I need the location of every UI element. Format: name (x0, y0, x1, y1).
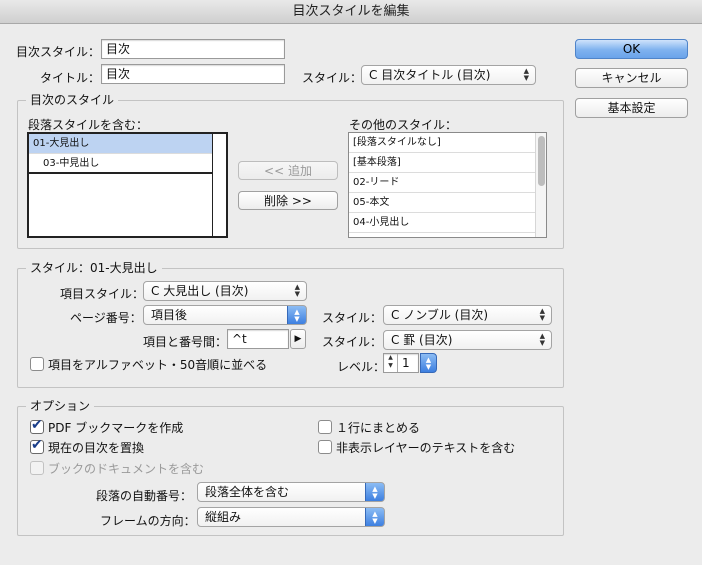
hidden-layers-checkbox[interactable] (318, 440, 332, 454)
page-style-label: スタイル： (322, 311, 383, 325)
replace-existing-checkbox[interactable]: ✔ (30, 437, 44, 454)
page-style-popup[interactable]: C ノンブル (目次) ▲ ▼ (383, 305, 552, 325)
numbered-popup[interactable]: 段落全体を含む ▲ ▼ (197, 482, 385, 502)
sort-alphabetical-label: 項目をアルファベット・50音順に並べる (48, 358, 268, 372)
level-value: 1 (402, 356, 410, 370)
page-number-popup[interactable]: 項目後 ▲ ▼ (143, 305, 307, 325)
scrollbar[interactable] (535, 133, 546, 237)
title-style-value: C 目次タイトル (目次) (369, 68, 491, 82)
title-field[interactable]: 目次 (101, 64, 285, 84)
entry-style-label: 項目スタイル： (60, 287, 145, 301)
between-field[interactable]: ^t (227, 329, 289, 349)
checkmark-icon: ✔ (31, 417, 43, 433)
page-number-value: 項目後 (151, 308, 188, 322)
level-dropdown-icon[interactable]: ▲ ▼ (420, 353, 437, 373)
frame-direction-popup[interactable]: 縦組み ▲ ▼ (197, 507, 385, 527)
triangle-right-icon[interactable]: ▶ (290, 329, 306, 349)
ok-button[interactable]: OK (575, 39, 688, 59)
remove-button[interactable]: 削除 >> (238, 191, 338, 210)
sort-alphabetical-checkbox[interactable] (30, 357, 44, 371)
run-in-label: １行にまとめる (336, 421, 421, 435)
popup-arrows-icon: ▲ ▼ (365, 508, 384, 526)
between-label: 項目と番号間： (143, 335, 228, 349)
include-book-label: ブックのドキュメントを含む (48, 462, 205, 476)
options-group-title: オプション (26, 399, 95, 413)
level-label: レベル： (337, 360, 386, 374)
checkmark-icon: ✔ (31, 437, 43, 453)
numbered-value: 段落全体を含む (205, 485, 290, 499)
list-item[interactable]: [段落スタイルなし] (349, 133, 546, 153)
popup-arrows-icon: ▲ ▼ (539, 307, 545, 322)
list-item[interactable]: 04-小見出し (349, 213, 546, 233)
popup-arrows-icon: ▲ ▼ (287, 306, 306, 324)
level-stepper-icon[interactable]: ▲ ▼ (384, 354, 398, 372)
between-style-label: スタイル： (322, 335, 383, 349)
toc-styles-group-title: 目次のスタイル (26, 93, 119, 107)
list-item[interactable]: 02-リード (349, 173, 546, 193)
list-item[interactable]: [基本段落] (349, 153, 546, 173)
pdf-bookmarks-label: PDF ブックマークを作成 (48, 421, 184, 435)
list-item-label: 03-中見出し (43, 158, 100, 169)
list-item-label: 01-大見出し (33, 138, 90, 149)
other-styles-list[interactable]: [段落スタイルなし] [基本段落] 02-リード 05-本文 04-小見出し (348, 132, 547, 238)
popup-arrows-icon: ▲ ▼ (294, 283, 300, 298)
toc-style-field[interactable]: 目次 (101, 39, 285, 59)
toc-style-label: 目次スタイル： (16, 45, 101, 59)
list-item[interactable]: 03-中見出し (29, 154, 212, 174)
include-styles-label: 段落スタイルを含む： (28, 118, 149, 132)
cancel-button[interactable]: キャンセル (575, 68, 688, 88)
included-styles-list[interactable]: 01-大見出し 03-中見出し (27, 132, 228, 238)
list-item-label: [基本段落] (353, 157, 401, 168)
window-title: 目次スタイルを編集 (0, 0, 702, 24)
frame-direction-value: 縦組み (205, 510, 242, 524)
entry-style-popup[interactable]: C 大見出し (目次) ▲ ▼ (143, 281, 307, 301)
between-style-popup[interactable]: C 罫 (目次) ▲ ▼ (383, 330, 552, 350)
other-styles-label: その他のスタイル： (349, 118, 458, 132)
numbered-label: 段落の自動番号： (96, 489, 193, 503)
popup-arrows-icon: ▲ ▼ (523, 67, 529, 82)
entry-style-value: C 大見出し (目次) (151, 284, 249, 298)
title-style-label: スタイル： (302, 71, 363, 85)
popup-arrows-icon: ▲ ▼ (365, 483, 384, 501)
pdf-bookmarks-checkbox[interactable]: ✔ (30, 417, 44, 434)
page-number-label: ページ番号： (70, 311, 142, 325)
title-label: タイトル： (40, 71, 101, 85)
list-item-label: 02-リード (353, 177, 400, 188)
list-item[interactable]: 01-大見出し (29, 134, 212, 154)
run-in-checkbox[interactable] (318, 420, 332, 434)
add-button[interactable]: << 追加 (238, 161, 338, 180)
title-style-popup[interactable]: C 目次タイトル (目次) ▲ ▼ (361, 65, 536, 85)
page-style-value: C ノンブル (目次) (391, 308, 489, 322)
include-book-checkbox[interactable] (30, 461, 44, 475)
popup-arrows-icon: ▲ ▼ (539, 332, 545, 347)
list-item-label: [段落スタイルなし] (353, 137, 441, 148)
between-style-value: C 罫 (目次) (391, 333, 453, 347)
style-group-title: スタイル：01-大見出し (26, 261, 162, 275)
basic-settings-button[interactable]: 基本設定 (575, 98, 688, 118)
list-item-label: 04-小見出し (353, 217, 410, 228)
replace-existing-label: 現在の目次を置換 (48, 441, 145, 455)
scrollbar-thumb[interactable] (538, 136, 545, 186)
list-item-label: 05-本文 (353, 197, 390, 208)
list-item[interactable]: 05-本文 (349, 193, 546, 213)
frame-direction-label: フレームの方向： (100, 514, 196, 528)
hidden-layers-label: 非表示レイヤーのテキストを含む (336, 441, 516, 455)
